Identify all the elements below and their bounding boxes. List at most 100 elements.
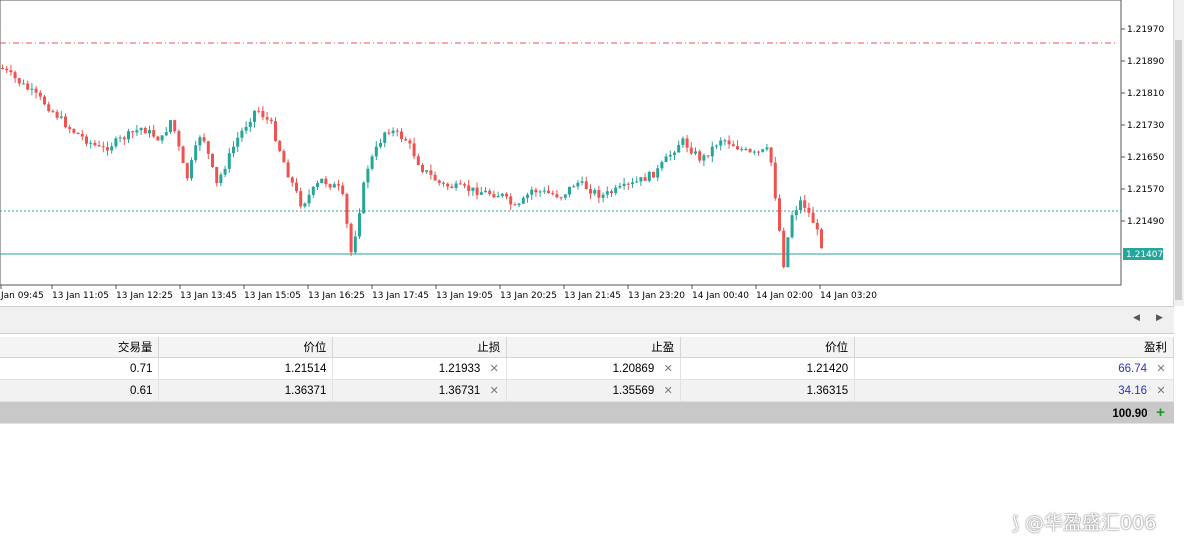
close-icon[interactable]: ✕ [662,384,674,397]
candle-body [400,131,403,139]
chevron-right-icon[interactable]: ▶ [1156,313,1163,323]
candle-body [715,145,718,147]
candle-body [164,132,168,136]
price-chart[interactable]: 1.21970 1.21890 1.21810 1.21730 1.21650 1.215… [0,0,1184,306]
candle-body [572,186,576,188]
volume-cell: 0.61 [0,379,160,402]
candle-body [303,203,307,207]
candle-body [429,170,433,175]
price-axis-label: 1.21890 [1127,57,1164,67]
candle-body [786,237,790,268]
candle-body [68,127,72,130]
candle-body [408,140,412,144]
candle-body [26,83,30,90]
candle-body [622,183,626,186]
candle-body [97,145,101,147]
candle-body [681,138,685,145]
candle-body [589,189,592,194]
candle-body [463,184,466,186]
candle-body [370,156,374,169]
candle-body [206,141,210,154]
candle-body [723,140,727,142]
candle-body [568,186,571,195]
candle-body [190,160,193,179]
scrollbar-thumb[interactable] [1175,40,1182,300]
candle-body [236,137,240,147]
volume-cell: 0.71 [0,357,160,380]
candle-body [748,149,752,153]
column-header-volume[interactable]: 交易量 [0,337,160,358]
candle-body [181,146,185,164]
candle-body [160,135,164,141]
candle-body [815,222,819,230]
candle-body [244,126,248,131]
close-icon[interactable]: ✕ [1155,362,1167,375]
candle-body [169,120,172,133]
column-header-profit[interactable]: 盈利 [854,337,1174,358]
close-icon[interactable]: ✕ [662,362,674,375]
candle-body [660,162,664,169]
table-row[interactable]: 0.71 1.21514 1.21933 ✕ 1.20869 ✕ 1.21420 6… [0,357,1174,380]
close-icon[interactable]: ✕ [488,362,500,375]
take-profit-cell[interactable]: 1.20869 ✕ [506,357,682,380]
price-axis: 1.21970 1.21890 1.21810 1.21730 1.21650 1.215… [1121,25,1164,227]
close-icon[interactable]: ✕ [488,384,500,397]
stop-loss-cell[interactable]: 1.21933 ✕ [332,357,508,380]
candle-body [597,190,601,198]
candle-body [542,190,546,192]
take-profit-cell[interactable]: 1.35569 ✕ [506,379,682,402]
candle-body [538,191,542,193]
candle-body [17,78,21,84]
candle-body [769,147,773,163]
candle-body [446,183,450,187]
watermark-text: @华盈盛汇006 [1025,512,1157,534]
candle-body [106,147,109,151]
column-header-stop-loss[interactable]: 止损 [332,337,508,358]
plus-icon[interactable]: + [1154,405,1168,420]
candle-body [240,130,244,138]
candle-body [316,183,319,187]
candle-body [337,184,340,186]
candle-body [740,149,744,151]
candle-body [799,200,802,211]
candle-body [677,144,681,153]
candle-body [215,166,219,183]
column-header-open-price[interactable]: 价位 [158,337,334,358]
candle-body [689,147,693,154]
candle-body [47,104,51,112]
candle-body [605,191,609,195]
candle-body [9,70,13,73]
candle-body [664,156,668,163]
candle-body [278,140,282,152]
candle-body [328,184,332,188]
candle-body [765,147,769,150]
time-axis-label: 13 Jan 12:25 [116,291,173,301]
time-axis-label: 13 Jan 19:05 [436,291,493,301]
candle-body [391,130,395,134]
candle-body [479,192,483,195]
chevron-left-icon[interactable]: ◀ [1133,313,1140,323]
candle-body [257,110,261,112]
candle-body [505,193,508,197]
candle-body [345,194,349,224]
candle-body [223,168,227,175]
candle-body [127,131,130,140]
candle-body [467,185,471,191]
column-header-take-profit[interactable]: 止盈 [506,337,682,358]
candle-body [656,168,660,178]
candle-body [118,137,122,139]
column-header-price[interactable]: 价位 [680,337,856,358]
candle-body [635,181,639,183]
stop-loss-cell[interactable]: 1.36731 ✕ [332,379,508,402]
candle-body [736,146,739,150]
total-row: 100.90 + [0,401,1174,424]
table-row[interactable]: 0.61 1.36371 1.36731 ✕ 1.35569 ✕ 1.36315 3… [0,379,1174,402]
price-axis-label: 1.21650 [1127,153,1164,163]
close-icon[interactable]: ✕ [1155,384,1167,397]
candle-body [177,131,181,147]
candle-body [626,183,630,185]
candle-body [320,178,324,184]
candle-body [185,163,189,179]
candle-body [475,187,479,195]
candle-body [576,182,580,187]
